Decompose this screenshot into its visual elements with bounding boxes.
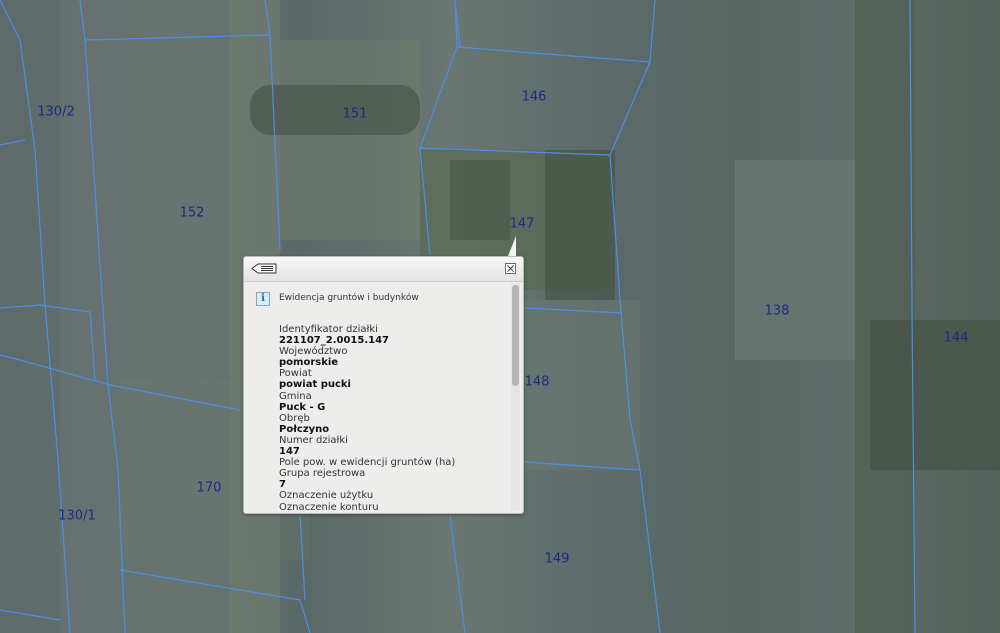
parcel-label-146[interactable]: 146 (522, 90, 547, 105)
field-label-gmina: Gmina (279, 390, 312, 402)
popup-toolbar (244, 257, 523, 282)
parcel-label-170[interactable]: 170 (197, 481, 222, 496)
field-label-obreb: Obręb (279, 412, 310, 424)
layer-title: Ewidencja gruntów i budynków (279, 293, 419, 303)
field-label-pole-pow: Pole pow. w ewidencji gruntów (ha) (279, 457, 456, 469)
parcel-label-147[interactable]: 147 (510, 217, 535, 232)
parcel-label-152[interactable]: 152 (180, 206, 205, 221)
parcel-label-148[interactable]: 148 (525, 375, 550, 390)
feature-info-popup: i Ewidencja gruntów i budynków Identyfik… (243, 236, 524, 514)
field-value-numer-dzialki: 147 (279, 446, 300, 458)
parcel-label-130-2[interactable]: 130/2 (37, 105, 74, 120)
list-back-icon[interactable] (251, 263, 277, 274)
field-label-powiat: Powiat (279, 368, 312, 380)
field-label-oznaczenie-konturu: Oznaczenie konturu (279, 501, 379, 513)
parcel-label-130-1[interactable]: 130/1 (58, 509, 95, 524)
info-icon: i (256, 292, 270, 306)
parcel-label-144[interactable]: 144 (944, 331, 969, 346)
attribute-list: Identyfikator działki 221107_2.0015.147 … (279, 324, 504, 512)
field-value-grupa-rejestrowa: 7 (279, 479, 286, 491)
field-label-oznaczenie-uzytku: Oznaczenie użytku (279, 490, 374, 502)
field-value-powiat: powiat pucki (279, 379, 351, 391)
field-label-grupa-rejestrowa: Grupa rejestrowa (279, 468, 366, 480)
field-label-wojewodztwo: Województwo (279, 346, 348, 358)
field-value-obreb: Połczyno (279, 423, 330, 435)
parcel-label-151[interactable]: 151 (343, 107, 368, 122)
field-value-gmina: Puck - G (279, 401, 326, 413)
parcel-label-138[interactable]: 138 (765, 304, 790, 319)
popup-content[interactable]: i Ewidencja gruntów i budynków Identyfik… (244, 282, 510, 512)
popup-scrollbar-thumb[interactable] (512, 285, 519, 386)
field-label-identyfikator: Identyfikator działki (279, 324, 378, 335)
field-value-identyfikator: 221107_2.0015.147 (279, 335, 390, 347)
field-label-numer-dzialki: Numer działki (279, 434, 348, 446)
field-value-wojewodztwo: pomorskie (279, 357, 339, 369)
close-icon[interactable] (505, 263, 516, 274)
popup-pointer (508, 236, 516, 256)
parcel-label-149[interactable]: 149 (545, 552, 570, 567)
